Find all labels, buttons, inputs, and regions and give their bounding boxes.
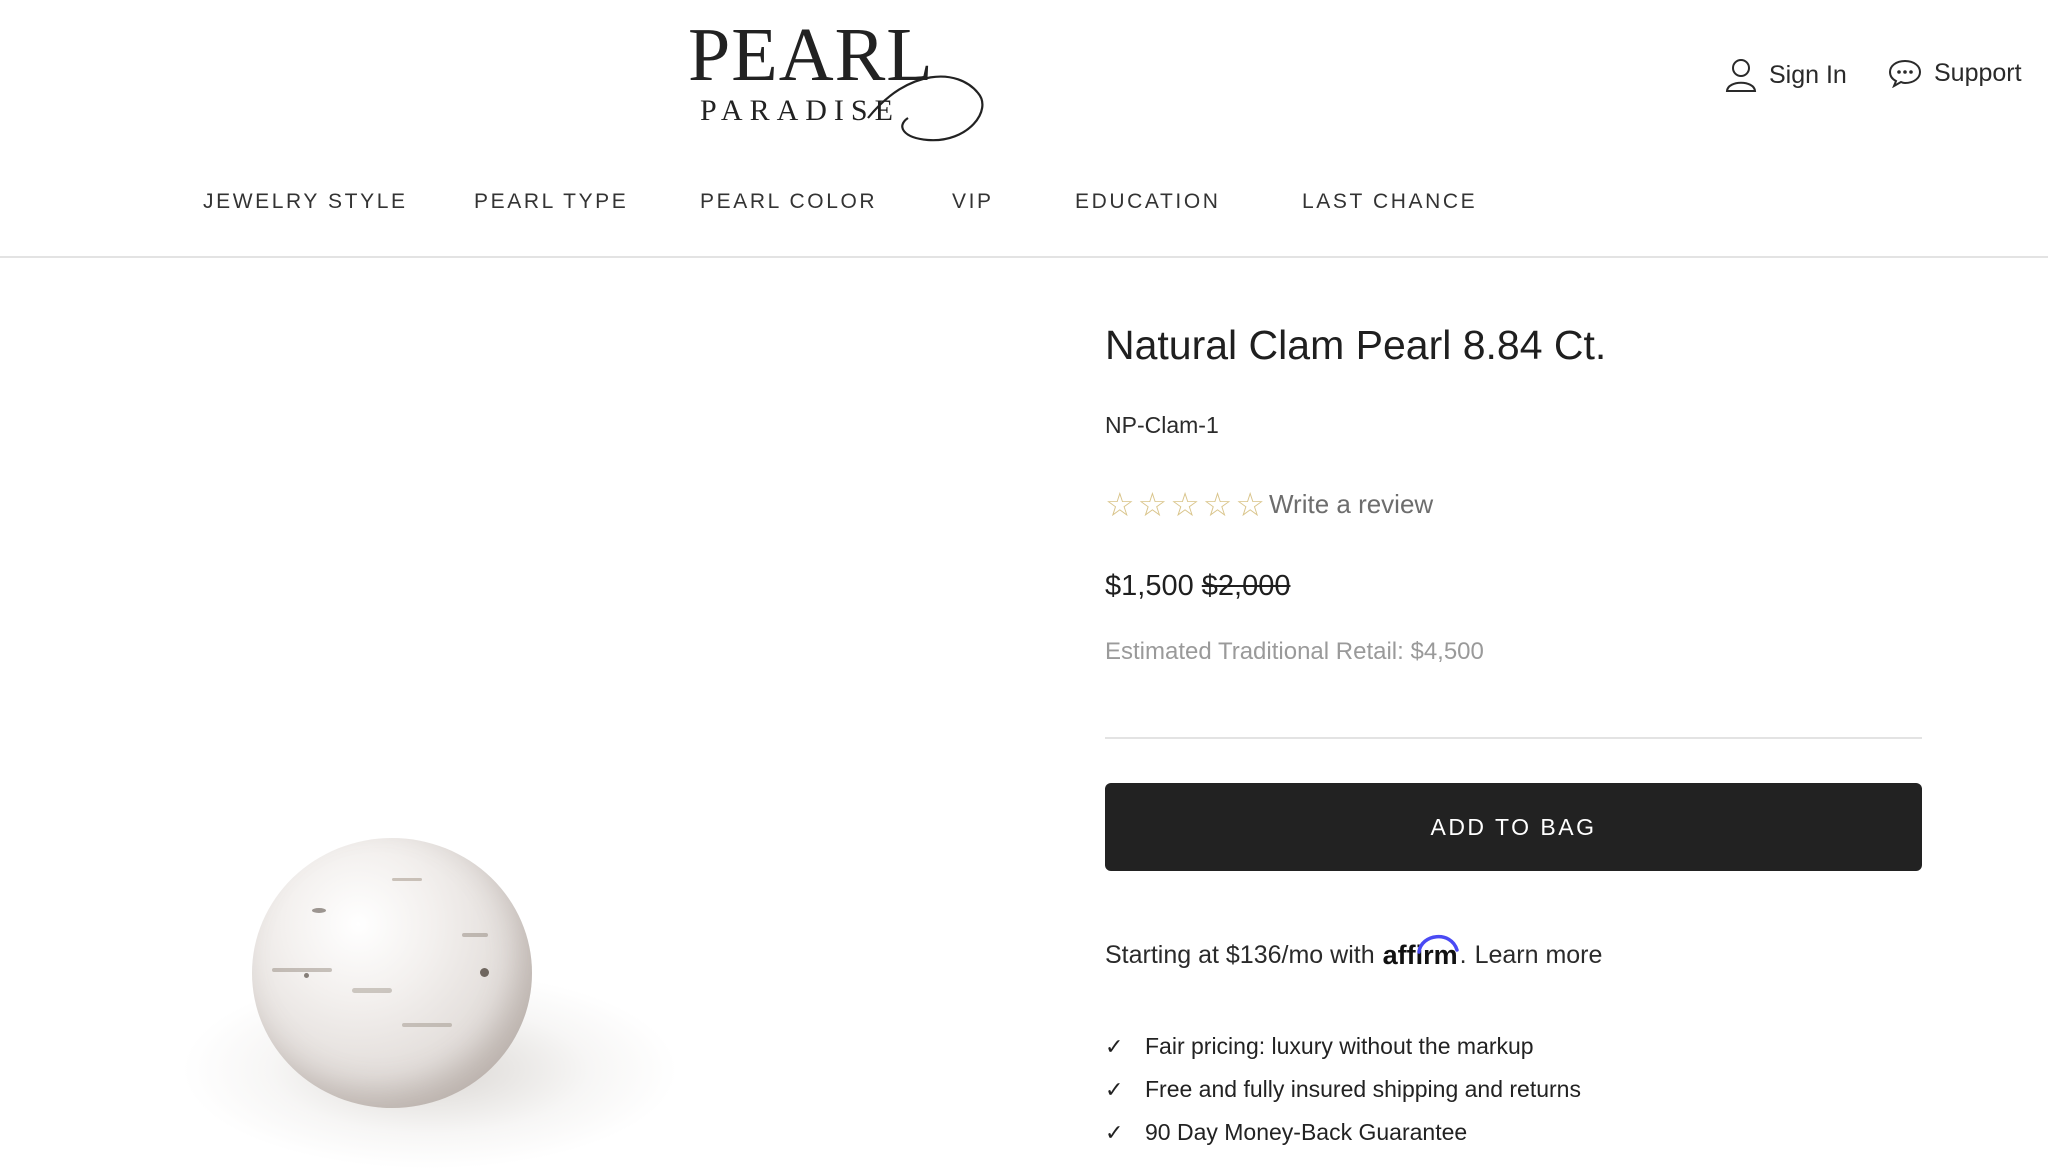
nav-pearl-type[interactable]: PEARL TYPE [474,190,628,214]
learn-more-link[interactable]: Learn more [1475,941,1603,970]
star-outline-icon: ☆ [1137,486,1168,523]
checkmark-icon: ✓ [1105,1119,1124,1145]
write-review-link[interactable]: Write a review [1269,489,1433,520]
benefit-text: 90 Day Money-Back Guarantee [1145,1119,1468,1145]
product-sku: NP-Clam-1 [1105,412,1219,438]
star-outline-icon: ☆ [1170,486,1200,523]
pearl-photo [252,838,532,1108]
nav-pearl-color[interactable]: PEARL COLOR [700,190,877,214]
nav-last-chance[interactable]: LAST CHANCE [1302,190,1477,214]
product-title: Natural Clam Pearl 8.84 Ct. [1105,322,1607,368]
product-image[interactable] [150,800,710,1172]
benefit-item: ✓ Free and fully insured shipping and re… [1105,1068,1581,1111]
nav-jewelry-style[interactable]: JEWELRY STYLE [203,190,408,214]
site-header: PEARL PARADISE Sign In Support JEWELRY S… [0,0,2048,258]
financing-text: Starting at $136/mo with [1105,941,1375,969]
nav-vip[interactable]: VIP [952,190,994,214]
pearl-paradise-logo[interactable]: PEARL PARADISE [688,13,988,142]
estimated-retail: Estimated Traditional Retail: $4,500 [1105,638,1484,665]
nav-education[interactable]: EDUCATION [1075,190,1221,214]
price-row: $1,500 $2,000 [1105,570,1290,603]
support-label: Support [1934,58,2022,87]
user-icon [1725,59,1757,92]
chat-bubble-icon [1888,59,1922,88]
support-link[interactable]: Support [1888,58,2022,88]
sale-price: $1,500 [1105,570,1194,602]
star-outline-icon: ☆ [1235,486,1265,523]
benefit-text: Fair pricing: luxury without the markup [1145,1033,1534,1059]
compare-at-price: $2,000 [1201,570,1291,602]
benefits-list: ✓ Fair pricing: luxury without the marku… [1105,1025,1581,1154]
star-outline-icon: ☆ [1105,486,1135,523]
add-to-bag-button[interactable]: ADD TO BAG [1105,783,1922,871]
affirm-financing: Starting at $136/mo with affirm . Learn … [1105,934,1603,971]
affirm-arc-icon [1416,934,1459,954]
rating-row: ☆ ☆ ☆ ☆ ☆ Write a review [1105,488,1433,521]
sign-in-label: Sign In [1769,60,1847,89]
star-outline-icon: ☆ [1202,486,1233,523]
divider [1105,737,1922,739]
sign-in-link[interactable]: Sign In [1725,58,1847,92]
affirm-logo: affirm [1383,934,1459,971]
logo-swash-icon [867,75,984,142]
benefit-item: ✓ 90 Day Money-Back Guarantee [1105,1111,1581,1154]
product-page: PEARL PARADISE Sign In Support JEWELRY S… [0,0,2048,1172]
benefit-item: ✓ Fair pricing: luxury without the marku… [1105,1025,1581,1068]
checkmark-icon: ✓ [1105,1033,1124,1059]
star-rating[interactable]: ☆ ☆ ☆ ☆ ☆ [1105,488,1265,521]
checkmark-icon: ✓ [1105,1076,1124,1102]
main-nav: JEWELRY STYLE PEARL TYPE PEARL COLOR VIP… [0,190,2048,220]
financing-punctuation: . [1459,941,1467,969]
benefit-text: Free and fully insured shipping and retu… [1145,1076,1581,1102]
